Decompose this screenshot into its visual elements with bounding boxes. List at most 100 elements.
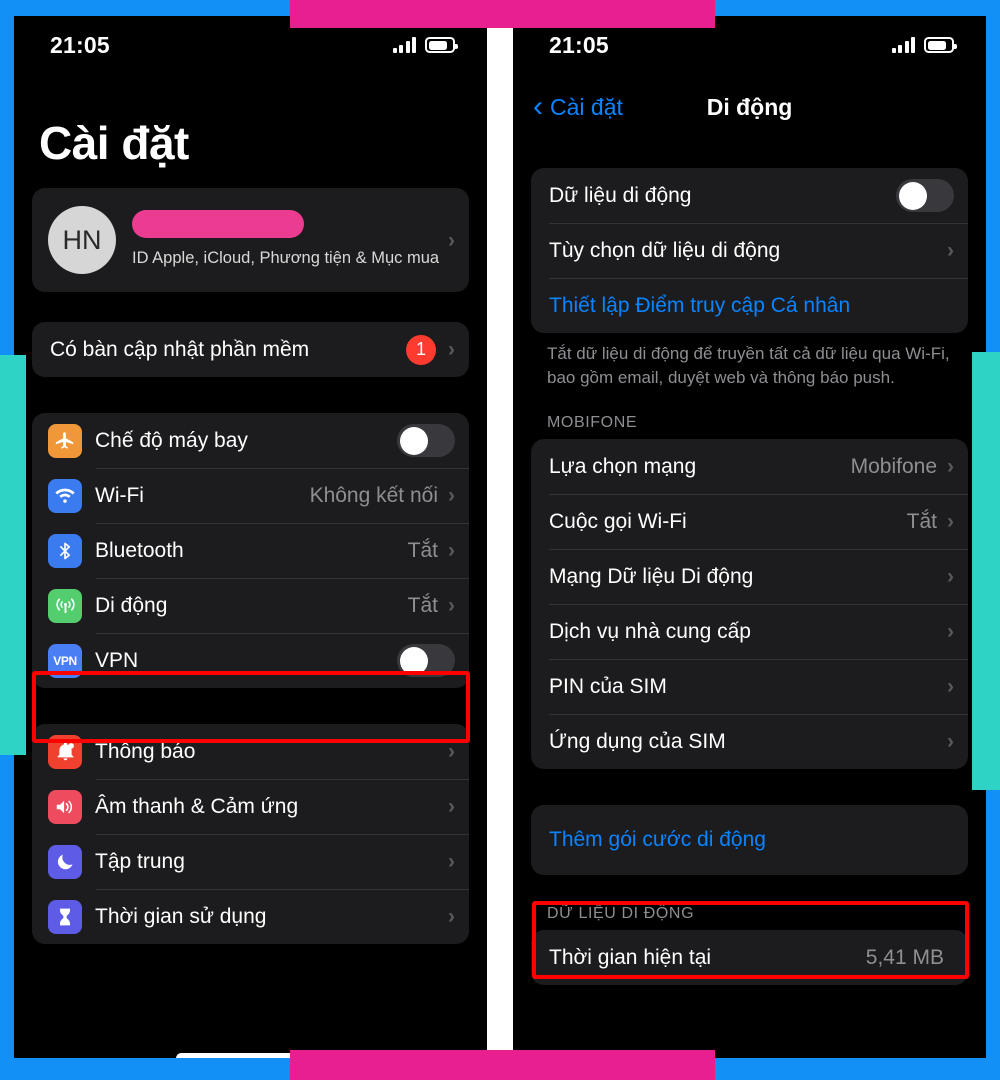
signal-bars-icon: [392, 37, 416, 53]
row-sim-applications[interactable]: Ứng dụng của SIM ›: [531, 714, 968, 769]
status-time: 21:05: [50, 31, 110, 58]
row-value: Tắt: [407, 538, 438, 562]
row-focus[interactable]: Tập trung ›: [32, 834, 469, 889]
row-cellular-data-network[interactable]: Mạng Dữ liệu Di động ›: [531, 549, 968, 604]
row-value: Không kết nối: [309, 483, 438, 507]
row-cellular-data[interactable]: Dữ liệu di động: [531, 168, 968, 223]
carrier-group: Lựa chọn mạng Mobifone › Cuộc gọi Wi-Fi …: [531, 439, 968, 770]
row-label: Dịch vụ nhà cung cấp: [549, 619, 751, 643]
row-label: Thêm gói cước di động: [549, 828, 766, 852]
screenshot-canvas: 21:05 Cài đặt HN ID Apple, iCloud, Phươn…: [0, 0, 1000, 1080]
row-label: Dữ liệu di động: [549, 183, 692, 207]
system-group: Thông báo › Âm thanh & Cảm ứng › Tập tru…: [32, 724, 469, 944]
frame-bottom-blue-right: [715, 1058, 1000, 1080]
status-badge: 1: [406, 334, 436, 365]
row-wifi[interactable]: Wi-Fi Không kết nối ›: [32, 468, 469, 523]
account-subtitle: ID Apple, iCloud, Phương tiện & Mục mua: [132, 249, 440, 268]
row-sim-pin[interactable]: PIN của SIM ›: [531, 659, 968, 714]
row-cellular[interactable]: Di động Tắt ›: [32, 578, 469, 633]
row-label: Cuộc gọi Wi-Fi: [549, 509, 687, 533]
chevron-right-icon: ›: [448, 795, 455, 818]
row-label: Âm thanh & Cảm ứng: [95, 794, 299, 818]
frame-left-blue-bottom: [0, 755, 14, 1080]
chevron-right-icon: ›: [448, 905, 455, 928]
frame-bottom-blue-left: [0, 1058, 290, 1080]
chevron-right-icon: ›: [448, 539, 455, 562]
carrier-section-header: MOBIFONE: [547, 414, 638, 432]
chevron-right-icon: ›: [947, 730, 954, 754]
battery-icon: [924, 37, 957, 53]
row-label: Thời gian hiện tại: [549, 945, 712, 969]
row-label: Có bàn cập nhật phần mềm: [50, 337, 310, 361]
row-value: 5,41 MB: [865, 945, 944, 969]
chevron-right-icon: ›: [448, 484, 455, 507]
row-current-period[interactable]: Thời gian hiện tại 5,41 MB: [531, 930, 968, 985]
airplane-icon: [48, 423, 82, 458]
row-label: Di động: [95, 593, 168, 617]
chevron-right-icon: ›: [947, 510, 954, 534]
hourglass-icon: [48, 899, 82, 934]
row-label: Lựa chọn mạng: [549, 454, 697, 478]
chevron-right-icon: ›: [448, 740, 455, 763]
airplane-mode-toggle[interactable]: [397, 424, 455, 457]
row-carrier-services[interactable]: Dịch vụ nhà cung cấp ›: [531, 604, 968, 659]
frame-left-blue-top: [0, 0, 14, 355]
chevron-right-icon: ›: [448, 594, 455, 617]
row-notifications[interactable]: Thông báo ›: [32, 724, 469, 779]
row-wifi-calling[interactable]: Cuộc gọi Wi-Fi Tắt ›: [531, 494, 968, 549]
chevron-right-icon: ›: [947, 675, 954, 699]
cellular-data-section-header: DỮ LIỆU DI ĐỘNG: [547, 905, 695, 923]
vpn-icon: VPN: [48, 643, 82, 678]
row-label: Wi-Fi: [95, 483, 144, 507]
row-software-update[interactable]: Có bàn cập nhật phần mềm 1 ›: [32, 322, 469, 377]
frame-top-pink: [290, 0, 715, 28]
frame-bottom-pink: [290, 1050, 715, 1080]
battery-icon: [425, 37, 458, 53]
frame-right-teal: [972, 352, 1000, 790]
frame-left-teal: [0, 355, 26, 755]
chevron-right-icon: ›: [947, 565, 954, 589]
row-label: Thông báo: [95, 739, 196, 763]
chevron-left-icon: ‹: [533, 90, 543, 123]
left-phone-screen: 21:05 Cài đặt HN ID Apple, iCloud, Phươn…: [14, 16, 487, 1060]
row-cellular-data-options[interactable]: Tùy chọn dữ liệu di động ›: [531, 223, 968, 278]
row-sounds-haptics[interactable]: Âm thanh & Cảm ứng ›: [32, 779, 469, 834]
cellular-data-toggle[interactable]: [896, 179, 954, 212]
row-label: Tập trung: [95, 849, 185, 873]
row-label: Thời gian sử dụng: [95, 904, 267, 928]
redacted-name-highlight: [132, 210, 304, 239]
software-update-group: Có bàn cập nhật phần mềm 1 ›: [32, 322, 469, 377]
back-button[interactable]: ‹ Cài đặt: [533, 92, 623, 122]
nav-bar: ‹ Cài đặt Di động: [513, 76, 986, 138]
row-label: PIN của SIM: [549, 674, 667, 698]
row-airplane-mode[interactable]: Chế độ máy bay: [32, 413, 469, 468]
account-row[interactable]: HN ID Apple, iCloud, Phương tiện & Mục m…: [32, 188, 469, 292]
chevron-right-icon: ›: [448, 228, 455, 252]
row-value: Tắt: [407, 593, 438, 617]
row-add-cellular-plan[interactable]: Thêm gói cước di động: [531, 805, 968, 875]
cellular-data-footer: Tắt dữ liệu di động để truyền tất cả dữ …: [547, 344, 950, 388]
row-value: Mobifone: [850, 454, 937, 478]
row-network-selection[interactable]: Lựa chọn mạng Mobifone ›: [531, 439, 968, 494]
frame-top-blue-left: [0, 0, 290, 16]
row-label: Chế độ máy bay: [95, 428, 248, 452]
chevron-right-icon: ›: [448, 338, 455, 361]
right-phone-screen: 21:05 ‹ Cài đặt Di động Dữ liệu di động …: [513, 16, 986, 1060]
status-time: 21:05: [549, 31, 609, 58]
bell-icon: [48, 734, 82, 769]
back-button-label: Cài đặt: [550, 93, 623, 120]
frame-right-blue-top: [986, 0, 1000, 352]
vpn-toggle[interactable]: [397, 644, 455, 677]
row-setup-personal-hotspot[interactable]: Thiết lập Điểm truy cập Cá nhân: [531, 278, 968, 333]
row-vpn[interactable]: VPN VPN: [32, 633, 469, 688]
row-value: Tắt: [906, 509, 937, 533]
signal-bars-icon: [891, 37, 915, 53]
row-screen-time[interactable]: Thời gian sử dụng ›: [32, 889, 469, 944]
speaker-icon: [48, 789, 82, 824]
cellular-data-group: Dữ liệu di động Tùy chọn dữ liệu di động…: [531, 168, 968, 333]
row-bluetooth[interactable]: Bluetooth Tắt ›: [32, 523, 469, 578]
chevron-right-icon: ›: [947, 455, 954, 479]
row-label: Bluetooth: [95, 538, 184, 562]
avatar: HN: [48, 206, 116, 274]
row-label: Mạng Dữ liệu Di động: [549, 564, 754, 588]
